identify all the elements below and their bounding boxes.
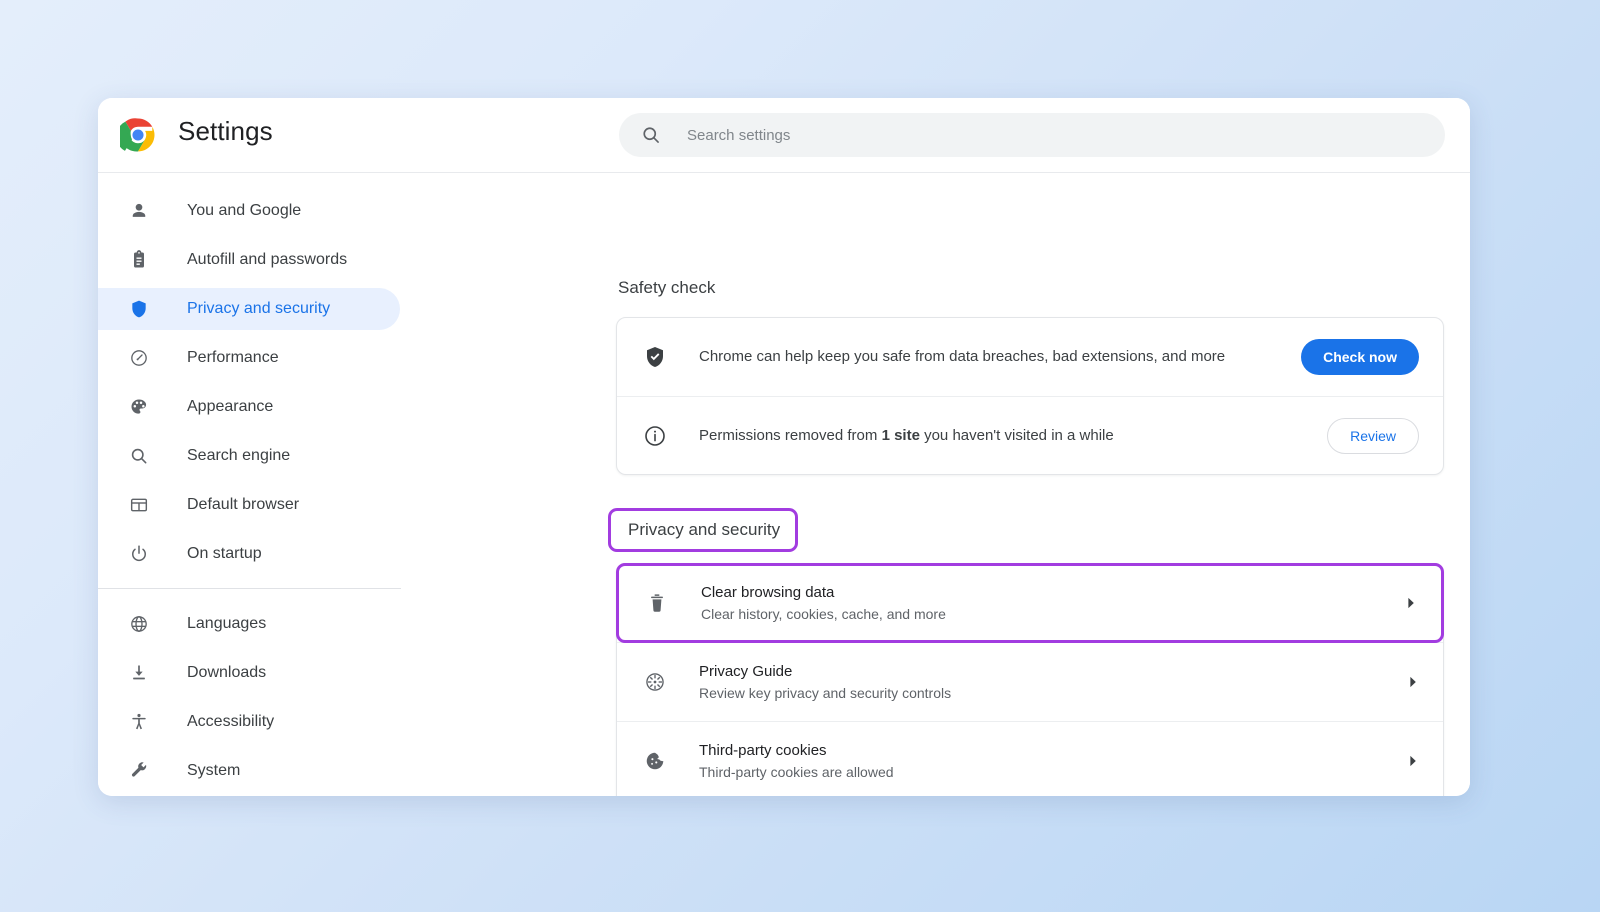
sidebar-item-label: On startup [187, 545, 262, 563]
palette-icon [128, 396, 150, 418]
privacy-row-subtitle: Clear history, cookies, cache, and more [701, 604, 1403, 626]
trash-icon [645, 591, 669, 615]
chevron-right-icon[interactable] [1405, 753, 1421, 769]
safety-check-heading: Safety check [616, 278, 715, 298]
compass-icon [643, 670, 667, 694]
shield-icon [128, 298, 150, 320]
accessibility-icon [128, 711, 150, 733]
search-settings-box[interactable] [619, 113, 1445, 157]
sidebar-item-search-engine[interactable]: Search engine [98, 435, 400, 477]
privacy-and-security-heading-label: Privacy and security [628, 520, 780, 540]
cookie-icon [643, 749, 667, 773]
privacy-row-body: Third-party cookies Third-party cookies … [699, 739, 1405, 784]
chevron-right-icon[interactable] [1405, 674, 1421, 690]
safety-check-row-permissions: Permissions removed from 1 site you have… [617, 396, 1443, 474]
sidebar-item-appearance[interactable]: Appearance [98, 386, 400, 428]
settings-body: You and Google Autofill and passwords [98, 173, 1470, 796]
sidebar-item-label: Privacy and security [187, 300, 330, 318]
permissions-text-after: you haven't visited in a while [920, 427, 1114, 444]
page-title: Settings [178, 116, 273, 147]
settings-window: Settings You and Google [98, 98, 1470, 796]
settings-header: Settings [98, 98, 1470, 173]
power-icon [128, 543, 150, 565]
sidebar-item-system[interactable]: System [98, 750, 400, 792]
safety-check-row-text: Chrome can help keep you safe from data … [699, 347, 1301, 367]
settings-main-content: Safety check Chrome can help keep you sa… [608, 173, 1470, 796]
sidebar-item-performance[interactable]: Performance [98, 337, 400, 379]
safety-check-row-breaches: Chrome can help keep you safe from data … [617, 318, 1443, 396]
browser-window-icon [128, 494, 150, 516]
info-icon [643, 424, 667, 448]
sidebar-item-label: You and Google [187, 202, 301, 220]
review-button[interactable]: Review [1327, 418, 1419, 454]
privacy-row-subtitle: Third-party cookies are allowed [699, 762, 1405, 784]
person-icon [128, 200, 150, 222]
download-icon [128, 662, 150, 684]
sidebar-item-languages[interactable]: Languages [98, 603, 400, 645]
sidebar-item-label: Autofill and passwords [187, 251, 347, 269]
globe-icon [128, 613, 150, 635]
privacy-row-body: Privacy Guide Review key privacy and sec… [699, 660, 1405, 705]
permissions-text-before: Permissions removed from [699, 427, 882, 444]
sidebar-item-label: System [187, 762, 240, 780]
permissions-site-count: 1 site [882, 427, 920, 444]
sidebar-item-on-startup[interactable]: On startup [98, 533, 400, 575]
sidebar-item-label: Languages [187, 615, 266, 633]
sidebar-item-downloads[interactable]: Downloads [98, 652, 400, 694]
sidebar-item-label: Appearance [187, 398, 273, 416]
sidebar-item-default-browser[interactable]: Default browser [98, 484, 400, 526]
sidebar-divider [98, 588, 401, 589]
search-icon [641, 125, 661, 145]
privacy-row-third-party-cookies[interactable]: Third-party cookies Third-party cookies … [617, 721, 1443, 796]
sidebar-item-privacy-and-security[interactable]: Privacy and security [98, 288, 400, 330]
safety-check-heading-label: Safety check [618, 278, 715, 298]
privacy-row-clear-browsing-data[interactable]: Clear browsing data Clear history, cooki… [616, 563, 1444, 643]
privacy-row-title: Third-party cookies [699, 739, 1405, 762]
privacy-row-privacy-guide[interactable]: Privacy Guide Review key privacy and sec… [617, 642, 1443, 721]
safety-check-card: Chrome can help keep you safe from data … [616, 317, 1444, 475]
settings-sidebar: You and Google Autofill and passwords [98, 173, 608, 796]
sidebar-item-label: Default browser [187, 496, 299, 514]
magnifier-icon [128, 445, 150, 467]
safety-check-row-text: Permissions removed from 1 site you have… [699, 426, 1327, 446]
sidebar-item-you-and-google[interactable]: You and Google [98, 190, 400, 232]
privacy-row-title: Clear browsing data [701, 581, 1403, 604]
sidebar-item-label: Search engine [187, 447, 290, 465]
privacy-row-subtitle: Review key privacy and security controls [699, 683, 1405, 705]
clipboard-icon [128, 249, 150, 271]
search-input[interactable] [687, 127, 1387, 144]
sidebar-item-label: Performance [187, 349, 279, 367]
wrench-icon [128, 760, 150, 782]
sidebar-item-label: Downloads [187, 664, 266, 682]
sidebar-item-label: Accessibility [187, 713, 274, 731]
shield-check-icon [643, 345, 667, 369]
speedometer-icon [128, 347, 150, 369]
privacy-row-body: Clear browsing data Clear history, cooki… [701, 581, 1403, 626]
check-now-button[interactable]: Check now [1301, 339, 1419, 375]
privacy-and-security-heading-annotation: Privacy and security [608, 508, 798, 552]
chrome-logo-icon [120, 117, 156, 153]
chevron-right-icon[interactable] [1403, 595, 1419, 611]
privacy-settings-card: Clear browsing data Clear history, cooki… [616, 563, 1444, 796]
sidebar-item-autofill-and-passwords[interactable]: Autofill and passwords [98, 239, 400, 281]
privacy-row-title: Privacy Guide [699, 660, 1405, 683]
sidebar-item-accessibility[interactable]: Accessibility [98, 701, 400, 743]
